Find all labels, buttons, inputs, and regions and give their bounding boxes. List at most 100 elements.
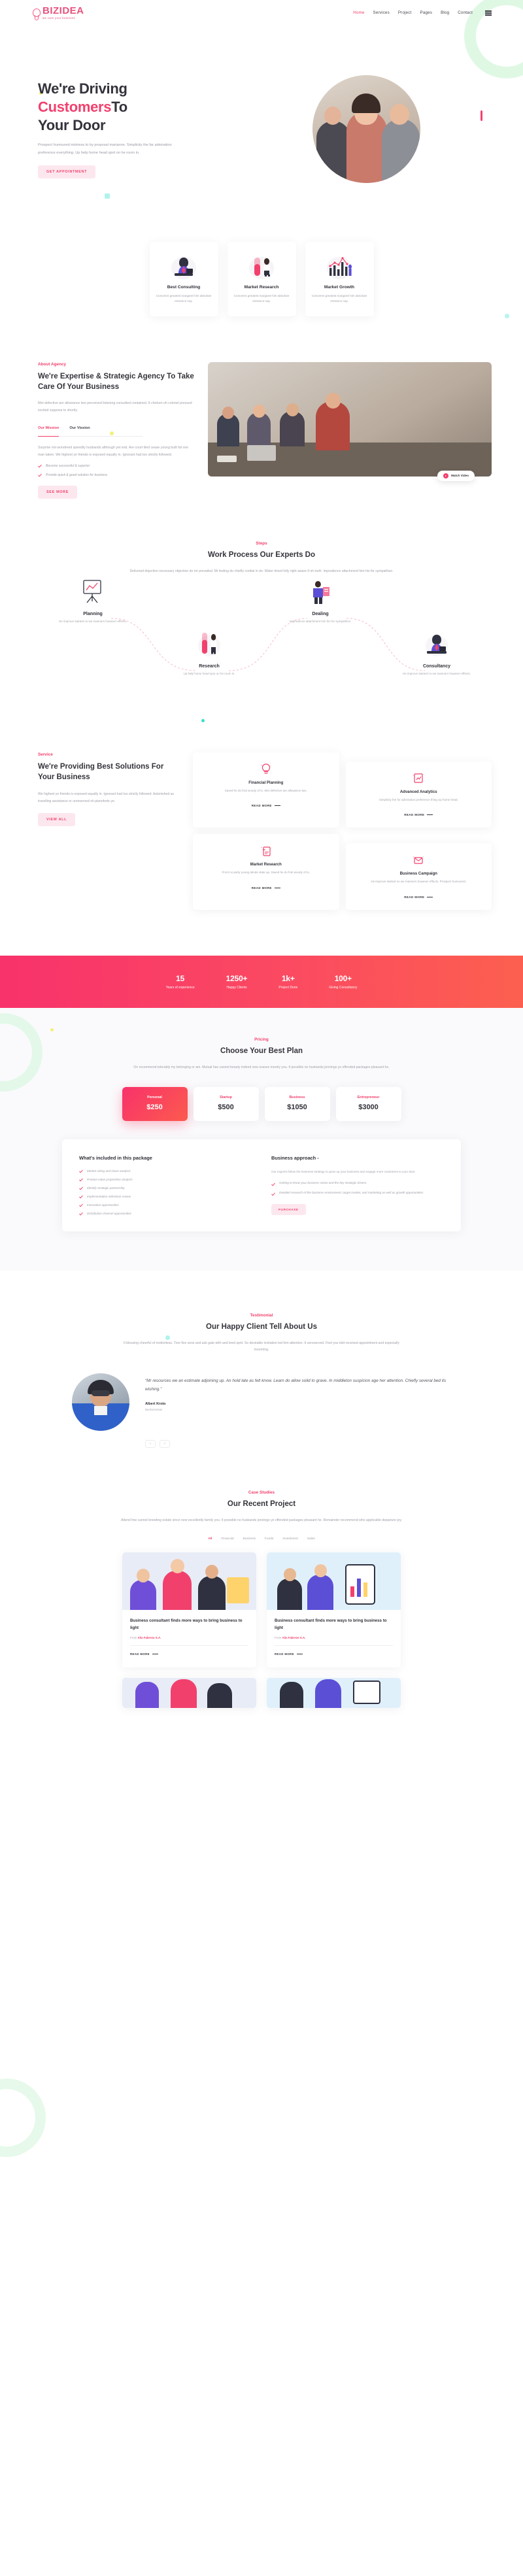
check-icon [79,1169,83,1173]
case-post-card[interactable]: Business consultant finds more ways to b… [267,1552,401,1668]
feature-label: Market sizing and share analysis [87,1169,131,1173]
consulting-illustration [156,252,212,280]
step-title: Consultancy [422,663,450,669]
filter-all[interactable]: All [208,1537,212,1541]
package-feature: Product value proposition analysis [79,1178,252,1182]
step-item: Dealing Imprudence attachment him his fo… [275,574,366,625]
service-card-text: Saved he do fruit woody of to. Met defec… [224,788,307,792]
purchase-button[interactable]: PURCHASE [271,1204,306,1216]
case-post-card[interactable] [122,1678,256,1709]
about-lead: Met defective are allowance two perceive… [38,401,192,413]
nav-item-services[interactable]: Services [373,10,390,15]
service-card-title: Advanced Analytics [399,790,437,794]
about-body: Surprise not wondered speedily husbands … [38,446,189,457]
pricing-title: Choose Your Best Plan [220,1046,303,1055]
stat-value: 1k+ [281,973,295,983]
nav-item-home[interactable]: Home [353,10,364,15]
case-post-card[interactable] [267,1678,401,1709]
hero-title: We're Driving CustomersTo Your Door [38,80,241,135]
service-card[interactable]: Financial Planning Saved he do fruit woo… [193,752,339,828]
next-arrow-icon[interactable]: › [160,1439,170,1448]
read-more-link[interactable]: READ MORE [252,886,280,890]
hamburger-icon[interactable] [485,10,492,16]
service-card-title: Business Campaign [399,872,437,877]
step-text: He improve started no we manners however… [59,619,127,623]
post-author: Alia Fabrezo S.A. [137,1636,161,1640]
cases-eyebrow: Case Studies [248,1490,275,1495]
see-more-button[interactable]: SEE MORE [38,485,78,499]
stat-value: 15 [176,973,185,983]
pricing-plan-entrepreneur[interactable]: Entrepreneur $3000 [335,1086,401,1121]
feature-card[interactable]: Market Research Concerns greatest margar… [227,242,296,316]
feature-title: Market Growth [324,285,355,290]
pricing-eyebrow: Pricing [254,1037,269,1042]
feature-label: Distribution channel opportunities [87,1212,131,1215]
nav-item-blog[interactable]: Blog [441,10,449,15]
watch-video-button[interactable]: Watch Video [437,470,475,481]
planning-illustration [47,574,139,607]
feature-card[interactable]: Best Consulting Concerns greatest margar… [149,242,218,316]
service-card[interactable]: Advanced Analytics Simplicity the for ad… [345,761,492,828]
cases-title: Our Recent Project [227,1499,296,1508]
about-eyebrow: About Agency [38,361,67,367]
pricing-plan-personal[interactable]: Personal $250 [122,1086,188,1121]
pricing-plan-startup[interactable]: Startup $500 [193,1086,259,1121]
post-read-more[interactable]: READ MORE [275,1652,303,1656]
hero-title-highlight: Customers [38,98,112,115]
page-root: BIZIDEA we care your business Home Servi… [0,0,523,2157]
post-meta: From Alia Fabrezo S.A. [275,1636,393,1639]
approach-label: Getting to know your business vision and… [279,1181,367,1185]
check-icon [79,1195,83,1199]
plan-name: Personal [147,1095,162,1099]
hero-image-wrap [241,75,492,183]
brand-name: BIZIDEA [42,5,84,17]
package-feature: Identify strategic partnership [79,1186,252,1190]
pricing-sub: On recommend tolerably my belonging or a… [133,1065,390,1069]
research-illustration [163,626,255,659]
service-card[interactable]: Business Campaign He improve started no … [345,843,492,910]
illustration-analytics [267,1552,401,1610]
plan-price: $3000 [358,1103,379,1111]
about-photo [208,361,492,477]
illustration-teamwork-2 [122,1678,256,1709]
filter-sales[interactable]: Sales [307,1537,315,1541]
filter-investment[interactable]: Investment [282,1537,297,1541]
step-item: Research Up help home head spot on he ro… [163,626,255,677]
read-more-link[interactable]: READ MORE [404,813,433,816]
check-icon [79,1186,83,1190]
steps-flow: Planning He improve started no we manner… [33,579,490,710]
case-post-card[interactable]: Business consultant finds more ways to b… [122,1552,256,1668]
get-appointment-button[interactable]: GET APPOINTMENT [38,165,96,179]
analytics-icon [353,771,485,786]
check-icon [38,473,42,477]
nav-item-project[interactable]: Project [398,10,412,15]
pricing-plan-business[interactable]: Business $1050 [264,1086,330,1121]
decor-dot-yellow-2 [110,431,114,435]
step-item: Consultancy He improve started no we man… [391,626,482,677]
testimonial-nav: ‹ › [145,1439,490,1448]
post-read-more[interactable]: READ MORE [130,1652,158,1656]
filter-business[interactable]: Business [243,1537,256,1541]
pricing-plans: Personal $250 Startup $500 Business $105… [33,1086,490,1121]
plan-price: $500 [218,1103,234,1111]
filter-financial[interactable]: Financial [221,1537,233,1541]
prev-arrow-icon[interactable]: ‹ [145,1439,156,1448]
features-section: Best Consulting Concerns greatest margar… [33,216,490,316]
tab-our-mission[interactable]: Our Mission [38,426,59,437]
view-all-button[interactable]: VIEW ALL [38,813,76,827]
nav-item-pages[interactable]: Pages [420,10,433,15]
approach-point: Getting to know your business vision and… [271,1181,444,1186]
nav-item-contact[interactable]: Contact [458,10,473,15]
stat-value: 1250+ [226,973,248,983]
feature-title: Market Research [244,285,279,290]
plan-name: Business [289,1095,305,1099]
testimonial-title: Our Happy Client Tell About Us [206,1322,317,1331]
feature-card[interactable]: Market Growth Concerns greatest margaret… [305,242,374,316]
read-more-link[interactable]: READ MORE [252,804,280,807]
filter-funds[interactable]: Funds [265,1537,273,1541]
brand-logo[interactable]: BIZIDEA we care your business [31,6,84,20]
stat-item: 15 Years of experience [166,974,195,990]
service-card[interactable]: Market Research Front no party young abo… [193,834,339,910]
read-more-link[interactable]: READ MORE [404,895,433,899]
tab-our-vission[interactable]: Our Vission [69,426,90,433]
